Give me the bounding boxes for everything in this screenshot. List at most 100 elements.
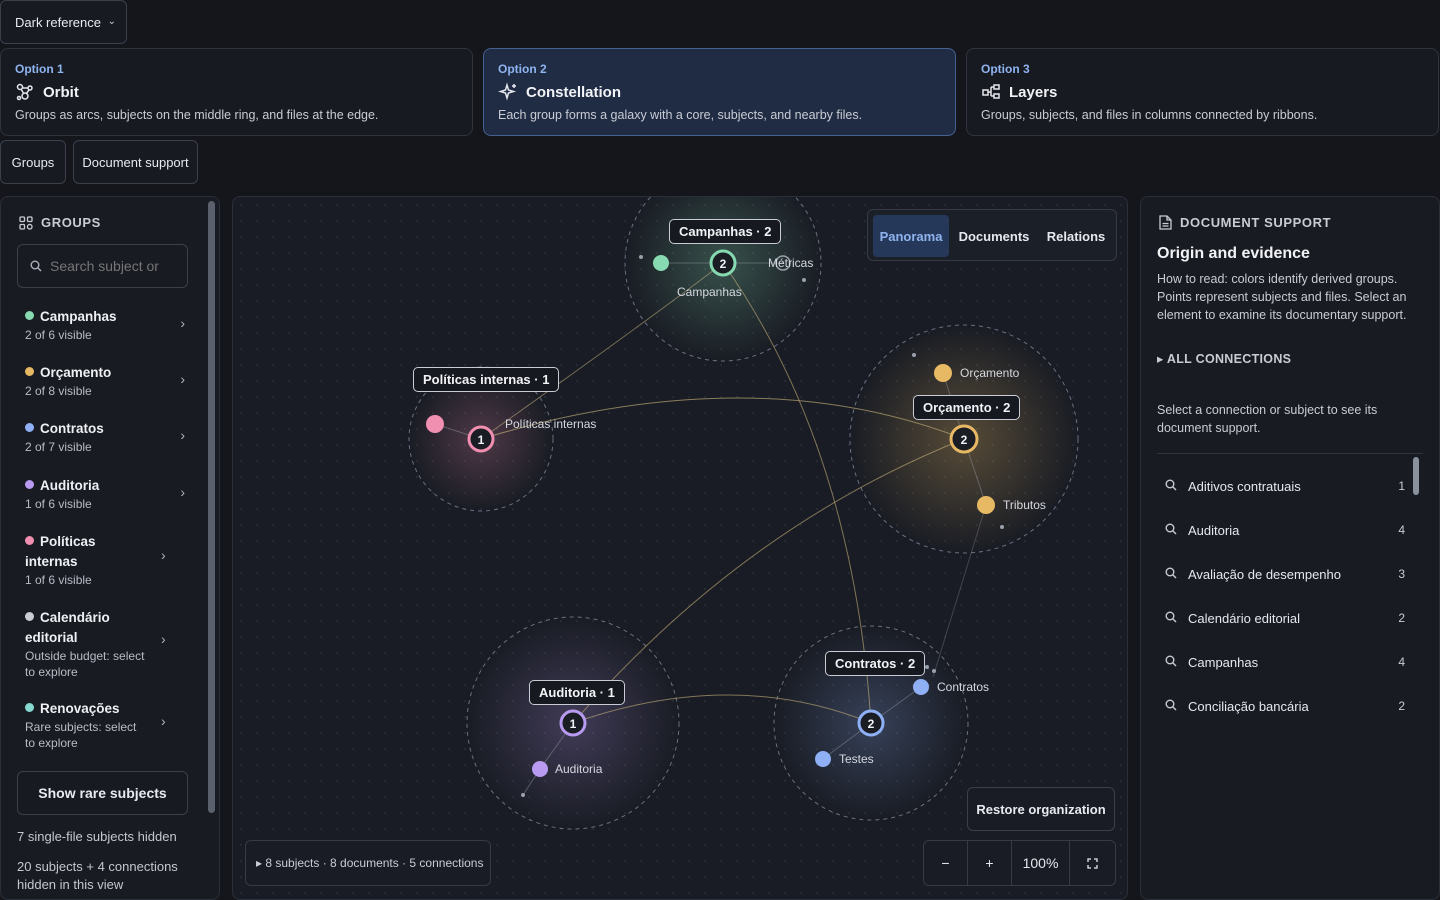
- node-label: Testes: [839, 752, 874, 766]
- option-card-orbit[interactable]: Option 1 Orbit Groups as arcs, subjects …: [0, 48, 473, 136]
- subject-node[interactable]: [653, 255, 669, 271]
- group-name: Campanhas: [40, 309, 117, 324]
- graph-summary[interactable]: ▸ 8 subjects · 8 documents · 5 connectio…: [245, 840, 491, 886]
- group-item-auditoria[interactable]: Auditoria 1 of 6 visible ›: [25, 476, 185, 512]
- search-icon: [30, 260, 42, 272]
- chevron-right-icon: ›: [180, 427, 185, 443]
- node-label: Contratos: [937, 680, 990, 694]
- hidden-single-file-note: 7 single-file subjects hidden: [17, 829, 177, 844]
- group-item-orcamento[interactable]: Orçamento 2 of 8 visible ›: [25, 363, 185, 399]
- subject-list-scrollbar[interactable]: [1413, 457, 1419, 495]
- option-title: Constellation: [526, 83, 622, 101]
- file-dot[interactable]: [912, 353, 916, 357]
- groups-scrollbar[interactable]: [208, 201, 215, 813]
- cluster-label-contratos[interactable]: Contratos · 2: [825, 651, 926, 676]
- group-item-calendario-editorial[interactable]: Calendário editorial Outside budget: sel…: [25, 608, 145, 680]
- option-number: Option 3: [981, 62, 1030, 76]
- zoom-out-button[interactable]: −: [924, 841, 968, 885]
- chevron-right-icon: ›: [180, 371, 185, 387]
- cluster-label-orcamento[interactable]: Orçamento · 2: [913, 395, 1021, 420]
- cluster-label-campanhas[interactable]: Campanhas · 2: [669, 219, 782, 244]
- group-item-contratos[interactable]: Contratos 2 of 7 visible ›: [25, 419, 185, 455]
- subject-name: Campanhas: [1188, 654, 1259, 670]
- group-name: Orçamento: [40, 365, 112, 380]
- file-dot[interactable]: [639, 255, 643, 259]
- subject-list-item[interactable]: Auditoria 4: [1165, 520, 1405, 540]
- option-card-layers[interactable]: Option 3 Layers Groups, subjects, and fi…: [966, 48, 1439, 136]
- subject-node[interactable]: [977, 496, 995, 514]
- tab-documents[interactable]: Documents: [954, 215, 1034, 257]
- subject-list-item[interactable]: Avaliação de desempenho 3: [1165, 564, 1405, 584]
- show-rare-subjects-button[interactable]: Show rare subjects: [17, 771, 188, 815]
- group-item-campanhas[interactable]: Campanhas 2 of 6 visible ›: [25, 307, 185, 343]
- subject-node[interactable]: [815, 751, 831, 767]
- chevron-right-icon: ›: [161, 547, 166, 563]
- subject-node[interactable]: [913, 679, 929, 695]
- search-field[interactable]: [17, 244, 188, 288]
- option-number: Option 2: [498, 62, 547, 76]
- restore-organization-button[interactable]: Restore organization: [967, 787, 1115, 831]
- subject-list-item[interactable]: Calendário editorial 2: [1165, 608, 1405, 628]
- tab-panorama[interactable]: Panorama: [873, 215, 949, 257]
- node-label: Métricas: [768, 256, 814, 270]
- select-hint-text: Select a connection or subject to see it…: [1157, 403, 1378, 435]
- group-visibility: 2 of 6 visible: [25, 328, 92, 342]
- subject-list-item[interactable]: Conciliação bancária 2: [1165, 696, 1405, 716]
- option-card-constellation[interactable]: Option 2 Constellation Each group forms …: [483, 48, 956, 136]
- group-item-politicas-internas[interactable]: Políticas internas 1 of 6 visible: [25, 532, 135, 588]
- search-icon: [1165, 523, 1179, 538]
- layers-icon: [982, 84, 1000, 99]
- group-name: Renovações: [40, 701, 120, 716]
- theme-select[interactable]: Dark reference ⌄: [0, 0, 127, 44]
- core-count: 2: [720, 257, 727, 271]
- core-count: 1: [478, 433, 485, 447]
- chevron-right-icon: ›: [180, 484, 185, 500]
- group-color-dot: [25, 423, 34, 432]
- node-label: Políticas internas: [505, 417, 597, 431]
- group-color-dot: [25, 612, 34, 621]
- subject-name: Conciliação bancária: [1188, 698, 1309, 714]
- subject-list-item[interactable]: Campanhas 4: [1165, 652, 1405, 672]
- option-title: Orbit: [43, 83, 79, 101]
- file-dot[interactable]: [1000, 525, 1004, 529]
- group-color-dot: [25, 703, 34, 712]
- subject-count: 3: [1398, 567, 1405, 581]
- group-visibility: 2 of 8 visible: [25, 384, 92, 398]
- doc-support-header: DOCUMENT SUPPORT: [1159, 215, 1331, 230]
- cluster-label-auditoria[interactable]: Auditoria · 1: [529, 680, 625, 705]
- subject-name: Avaliação de desempenho: [1188, 566, 1341, 582]
- search-icon: [1165, 567, 1179, 582]
- subject-node[interactable]: [426, 415, 444, 433]
- document-support-button[interactable]: Document support: [73, 140, 198, 184]
- zoom-controls: − + 100%: [923, 840, 1116, 886]
- subject-node[interactable]: [934, 364, 952, 382]
- cluster-label-politicas[interactable]: Políticas internas · 1: [413, 367, 560, 392]
- subject-node[interactable]: [532, 761, 548, 777]
- fullscreen-button[interactable]: [1070, 841, 1115, 885]
- file-dot[interactable]: [802, 278, 806, 282]
- group-color-dot: [25, 536, 34, 545]
- chevron-right-icon: ›: [180, 315, 185, 331]
- group-item-renovacoes[interactable]: Renovações Rare subjects: select to expl…: [25, 699, 145, 751]
- option-number: Option 1: [15, 62, 64, 76]
- subject-list-item[interactable]: Aditivos contratuais 1: [1165, 476, 1405, 496]
- all-connections-toggle[interactable]: ▸ ALL CONNECTIONS: [1157, 351, 1291, 366]
- file-dot[interactable]: [932, 669, 936, 673]
- file-dot[interactable]: [521, 793, 525, 797]
- option-description: Groups, subjects, and files in columns c…: [981, 108, 1318, 122]
- search-input[interactable]: [50, 258, 170, 274]
- groups-header: GROUPS: [19, 215, 101, 230]
- option-description: Each group forms a galaxy with a core, s…: [498, 108, 863, 122]
- panel-title: Origin and evidence: [1157, 245, 1310, 262]
- zoom-in-button[interactable]: +: [968, 841, 1012, 885]
- chevron-right-icon: ›: [161, 631, 166, 647]
- groups-button[interactable]: Groups: [0, 140, 66, 184]
- option-description: Groups as arcs, subjects on the middle r…: [15, 108, 379, 122]
- document-icon: [1159, 215, 1172, 230]
- constellation-canvas[interactable]: 2 1 2 1 2 Campanhas · 2 Políticas intern…: [232, 196, 1128, 900]
- tab-relations[interactable]: Relations: [1038, 215, 1114, 257]
- view-tabs: Panorama Documents Relations: [867, 209, 1117, 261]
- doc-support-header-text: DOCUMENT SUPPORT: [1180, 215, 1332, 230]
- subject-count: 4: [1398, 523, 1405, 537]
- file-dot[interactable]: [925, 665, 929, 669]
